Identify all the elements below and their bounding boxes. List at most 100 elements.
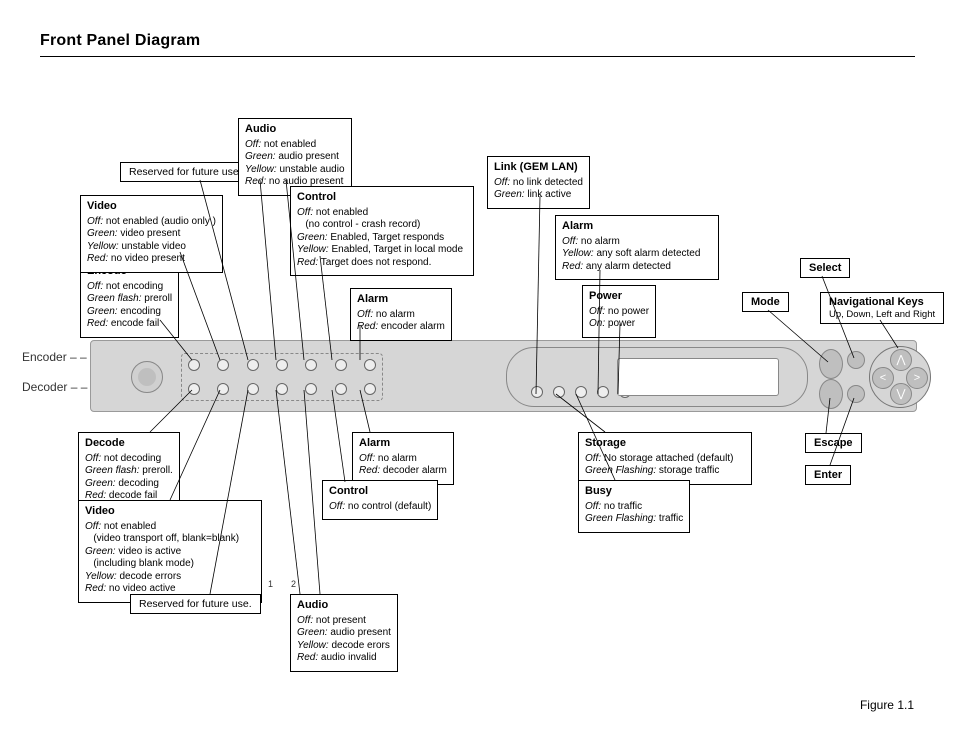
led-reserved-enc — [247, 359, 259, 371]
label-escape: Escape — [805, 433, 862, 453]
callout-alarm-encoder: Alarm Off: no alarmRed: encoder alarm — [350, 288, 452, 341]
callout-control-decoder: Control Off: no control (default) — [322, 480, 438, 520]
rotary-knob — [131, 361, 163, 393]
led-video-enc — [217, 359, 229, 371]
decoder-led-row — [188, 383, 376, 395]
lcd-display — [617, 358, 779, 396]
callout-line: Off: not enabled (audio only ) — [87, 216, 216, 229]
callout-line: (video transport off, blank=blank) — [85, 533, 255, 546]
callout-line: Green: video is active — [85, 546, 255, 559]
callout-line: Green: video present — [87, 228, 216, 241]
label-select: Select — [800, 258, 850, 278]
callout-line: Red: encoder alarm — [357, 321, 445, 334]
callout-line: Off: no alarm — [357, 309, 445, 322]
front-panel-device: ⋀ ⋁ < > — [90, 340, 917, 412]
callout-line: Off: not decoding — [85, 453, 173, 466]
callout-line: Off: no alarm — [359, 453, 447, 466]
callout-power: Power Off: no powerOn: power — [582, 285, 656, 338]
callout-line: Green: audio present — [245, 151, 345, 164]
callout-line: Green: audio present — [297, 627, 391, 640]
callout-audio-encoder: Audio Off: not enabledGreen: audio prese… — [238, 118, 352, 196]
callout-line: Off: not present — [297, 615, 391, 628]
callout-reserved-top: Reserved for future use. — [120, 162, 251, 182]
callout-line: Green: link active — [494, 189, 583, 202]
led-busy — [575, 386, 587, 398]
enter-button — [847, 385, 865, 403]
callout-line: (no control - crash record) — [297, 219, 467, 232]
callout-line: Off: no control (default) — [329, 501, 431, 514]
led-alarm-enc — [364, 359, 376, 371]
decoder-row-label: Decoder – – — [22, 380, 87, 394]
callout-line: Yellow: decode errors — [85, 571, 255, 584]
page: Front Panel Diagram Figure 1.1 Encoder –… — [0, 0, 954, 738]
led-audio1-enc — [276, 359, 288, 371]
callout-line: Green Flashing: traffic — [585, 513, 683, 526]
callout-line: Green: decoding — [85, 478, 173, 491]
callout-line: Yellow: decode erors — [297, 640, 391, 653]
callout-line: Green flash: preroll. — [85, 465, 173, 478]
led-audio2-enc — [305, 359, 317, 371]
callout-line: Off: No storage attached (default) — [585, 453, 745, 466]
callout-reserved-bottom: Reserved for future use. — [130, 594, 261, 614]
led-audio2-dec — [305, 383, 317, 395]
label-mode: Mode — [742, 292, 789, 312]
callout-line: Yellow: unstable audio — [245, 164, 345, 177]
callout-decode: Decode Off: not decodingGreen flash: pre… — [78, 432, 180, 510]
led-encode — [188, 359, 200, 371]
callout-line: Off: not enabled — [85, 521, 255, 534]
led-link — [531, 386, 543, 398]
system-led-strip — [531, 386, 631, 398]
callout-video-decoder: Video Off: not enabled (video transport … — [78, 500, 262, 603]
callout-link: Link (GEM LAN) Off: no link detectedGree… — [487, 156, 590, 209]
callout-line: Green: Enabled, Target responds — [297, 232, 467, 245]
arrow-left-icon: < — [872, 367, 894, 389]
callout-storage: Storage Off: No storage attached (defaul… — [578, 432, 752, 485]
callout-line: Yellow: Enabled, Target in local mode — [297, 244, 467, 257]
callout-line: Red: Target does not respond. — [297, 257, 467, 270]
escape-button — [819, 379, 843, 409]
callout-line: Off: not encoding — [87, 281, 172, 294]
callout-alarm-decoder: Alarm Off: no alarmRed: decoder alarm — [352, 432, 454, 485]
navigation-dpad: ⋀ ⋁ < > — [869, 346, 931, 408]
led-control-enc — [335, 359, 347, 371]
encoder-led-row — [188, 359, 376, 371]
mode-button — [819, 349, 843, 379]
callout-line: Red: no video present — [87, 253, 216, 266]
callout-line: Green Flashing: storage traffic — [585, 465, 745, 478]
callout-line: Off: no power — [589, 306, 649, 319]
callout-video-encoder: Video Off: not enabled (audio only )Gree… — [80, 195, 223, 273]
callout-alarm-system: Alarm Off: no alarmYellow: any soft alar… — [555, 215, 719, 280]
led-decode — [188, 383, 200, 395]
led-audio1-dec — [276, 383, 288, 395]
callout-audio-decoder: Audio Off: not presentGreen: audio prese… — [290, 594, 398, 672]
callout-line: Red: encode fail — [87, 318, 172, 331]
encoder-row-label: Encoder – – — [22, 350, 87, 364]
arrow-right-icon: > — [906, 367, 928, 389]
callout-line: Red: audio invalid — [297, 652, 391, 665]
callout-line: Green flash: preroll — [87, 293, 172, 306]
led-video-dec — [217, 383, 229, 395]
callout-line: (including blank mode) — [85, 558, 255, 571]
led-alarm-sys — [597, 386, 609, 398]
figure-label: Figure 1.1 — [860, 698, 914, 712]
label-nav-keys: Navigational Keys Up, Down, Left and Rig… — [820, 292, 944, 324]
arrow-up-icon: ⋀ — [890, 349, 912, 371]
callout-line: Off: not enabled — [297, 207, 467, 220]
callout-line: Green: encoding — [87, 306, 172, 319]
arrow-down-icon: ⋁ — [890, 383, 912, 405]
led-storage — [553, 386, 565, 398]
callout-line: Red: decoder alarm — [359, 465, 447, 478]
callout-line: Yellow: unstable video — [87, 241, 216, 254]
callout-line: Yellow: any soft alarm detected — [562, 248, 712, 261]
led-alarm-dec — [364, 383, 376, 395]
label-enter: Enter — [805, 465, 851, 485]
callout-line: On: power — [589, 318, 649, 331]
callout-line: Red: any alarm detected — [562, 261, 712, 274]
callout-line: Off: no traffic — [585, 501, 683, 514]
callout-busy: Busy Off: no trafficGreen Flashing: traf… — [578, 480, 690, 533]
page-title: Front Panel Diagram — [40, 32, 915, 57]
led-panel — [181, 353, 383, 401]
audio-numbers-bottom: 1 2 — [268, 579, 296, 589]
led-reserved-dec — [247, 383, 259, 395]
callout-control-encoder: Control Off: not enabled (no control - c… — [290, 186, 474, 276]
